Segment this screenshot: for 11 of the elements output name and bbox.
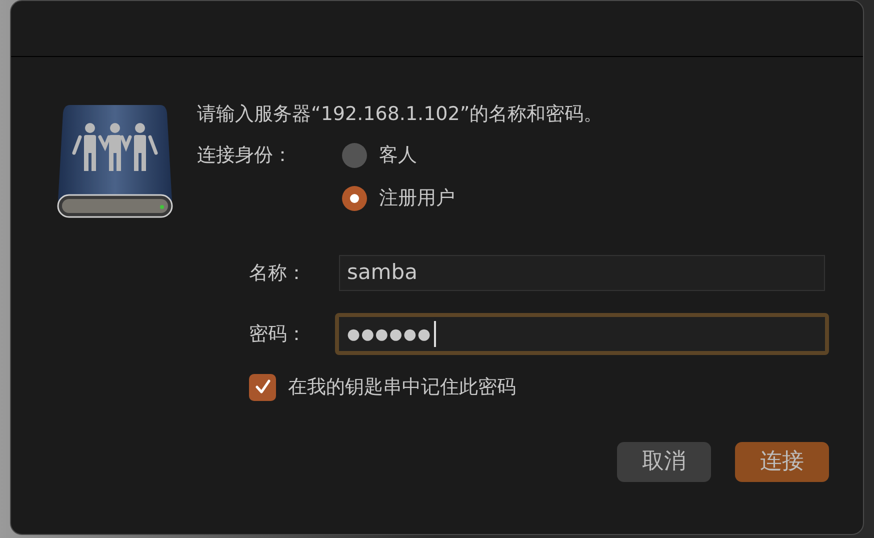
cancel-button[interactable]: 取消 <box>617 442 711 482</box>
text-field[interactable]: ●●●●●● <box>335 313 829 355</box>
prompt-message: 请输入服务器“192.168.1.102”的名称和密码。 <box>197 102 603 127</box>
connect-as-label: 连接身份： <box>197 143 293 168</box>
radio-option[interactable]: 注册用户 <box>342 184 455 212</box>
radio-option[interactable]: 客人 <box>342 141 455 169</box>
field-label: 名称： <box>249 260 307 286</box>
checkmark-icon <box>254 378 272 396</box>
remember-checkbox[interactable]: 在我的钥匙串中记住此密码 <box>249 373 829 402</box>
field-label: 密码： <box>249 322 307 347</box>
text-field[interactable]: samba <box>339 255 825 291</box>
